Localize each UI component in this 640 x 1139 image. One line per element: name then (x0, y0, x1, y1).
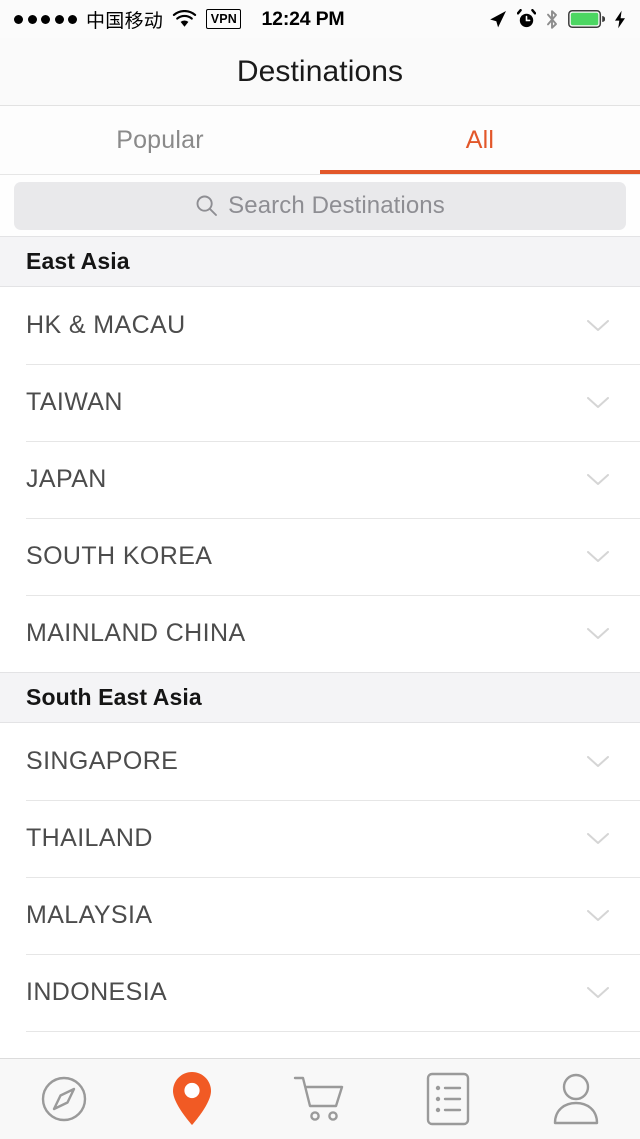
list-item[interactable]: HK & MACAU (0, 287, 640, 364)
list-item-label: MALAYSIA (26, 901, 153, 929)
location-arrow-icon (487, 9, 508, 30)
list-item-label: TAIWAN (26, 388, 123, 416)
list-item-label: HK & MACAU (26, 311, 186, 339)
orders-list-icon (423, 1071, 473, 1127)
section-header-east-asia: East Asia (0, 236, 640, 287)
shopping-cart-icon (291, 1073, 349, 1125)
list-item[interactable]: SINGAPORE (0, 723, 640, 800)
section-header-south-east-asia: South East Asia (0, 672, 640, 723)
alarm-clock-icon (517, 9, 537, 29)
nav-header: Destinations (0, 38, 640, 106)
wifi-icon (172, 9, 197, 29)
list-item[interactable]: MAINLAND CHINA (0, 595, 640, 672)
list-item-label: PHILIPPINES (26, 1055, 586, 1058)
app-root: 中国移动 VPN 12:24 PM Destinations Popular A… (0, 0, 640, 1139)
list-item-label: SOUTH KOREA (26, 542, 213, 570)
chevron-down-icon[interactable] (586, 550, 610, 564)
list-item-label: INDONESIA (26, 978, 168, 1006)
search-icon (195, 194, 218, 217)
bottom-tab-destinations[interactable] (128, 1070, 256, 1128)
chevron-down-icon[interactable] (586, 473, 610, 487)
bluetooth-icon (545, 9, 559, 30)
status-bar: 中国移动 VPN 12:24 PM (0, 0, 640, 38)
bottom-tab-bar (0, 1058, 640, 1139)
destinations-list[interactable]: East Asia HK & MACAU TAIWAN JAPAN SOUTH … (0, 236, 640, 1058)
signal-strength-dots (14, 14, 77, 24)
bottom-tab-profile[interactable] (512, 1071, 640, 1127)
tab-popular-label: Popular (116, 125, 204, 154)
location-pin-icon (169, 1070, 215, 1128)
vpn-badge: VPN (206, 9, 242, 29)
list-item-label: SINGAPORE (26, 747, 179, 775)
status-bar-time: 12:24 PM (261, 7, 345, 30)
list-item-label: JAPAN (26, 465, 107, 493)
tab-bar: Popular All (0, 106, 640, 175)
chevron-down-icon[interactable] (586, 755, 610, 769)
list-item-label: THAILAND (26, 824, 153, 852)
list-item-label: MAINLAND CHINA (26, 619, 246, 647)
chevron-down-icon[interactable] (586, 832, 610, 846)
compass-icon (36, 1071, 92, 1127)
tab-all[interactable]: All (320, 106, 640, 174)
list-item[interactable]: PHILIPPINES (0, 1031, 640, 1058)
list-item[interactable]: JAPAN (0, 441, 640, 518)
status-bar-right (378, 9, 626, 30)
status-bar-left: 中国移动 VPN (14, 6, 262, 33)
chevron-down-icon[interactable] (586, 909, 610, 923)
search-input[interactable]: Search Destinations (14, 181, 626, 230)
list-item[interactable]: MALAYSIA (0, 877, 640, 954)
carrier-name: 中国移动 (86, 9, 164, 32)
tab-popular[interactable]: Popular (0, 106, 320, 174)
chevron-down-icon[interactable] (586, 396, 610, 410)
chevron-down-icon[interactable] (586, 986, 610, 1000)
page-title: Destinations (236, 54, 404, 88)
list-item[interactable]: SOUTH KOREA (0, 518, 640, 595)
list-item[interactable]: INDONESIA (0, 954, 640, 1031)
bottom-tab-explore[interactable] (0, 1071, 128, 1127)
charging-bolt-icon (614, 10, 626, 29)
list-item[interactable]: THAILAND (0, 800, 640, 877)
search-bar-container: Search Destinations (0, 175, 640, 236)
battery-full-icon (568, 10, 606, 28)
chevron-down-icon[interactable] (586, 319, 610, 333)
tab-all-label: All (465, 125, 495, 154)
chevron-down-icon[interactable] (586, 627, 610, 641)
list-item[interactable]: TAIWAN (0, 364, 640, 441)
profile-user-icon (550, 1071, 602, 1127)
bottom-tab-orders[interactable] (384, 1071, 512, 1127)
search-placeholder: Search Destinations (228, 191, 445, 219)
bottom-tab-cart[interactable] (256, 1073, 384, 1125)
